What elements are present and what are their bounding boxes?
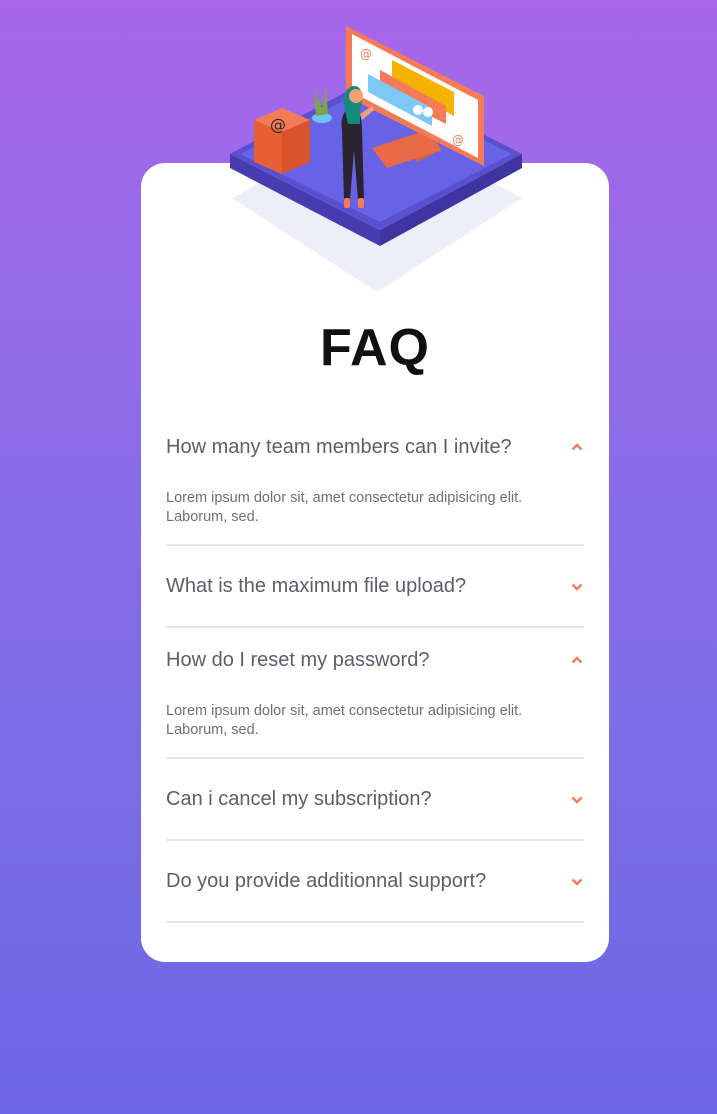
faq-question: How many team members can I invite? — [166, 435, 512, 458]
faq-question: Do you provide additionnal support? — [166, 870, 487, 892]
faq-question-button[interactable]: How many team members can I invite? — [166, 415, 584, 479]
chevron-down-icon — [570, 580, 584, 594]
faq-list: How many team members can I invite? Lore… — [166, 415, 584, 923]
faq-item: What is the maximum file upload? — [166, 547, 584, 628]
faq-answer: Lorem ipsum dolor sit, amet consectetur … — [166, 703, 523, 738]
faq-answer: Lorem ipsum dolor sit, amet consectetur … — [166, 490, 523, 525]
page-title: FAQ — [320, 319, 430, 377]
faq-question: What is the maximum file upload? — [166, 575, 467, 597]
faq-item: Can i cancel my subscription? — [166, 760, 584, 841]
chevron-up-icon — [570, 440, 584, 454]
chevron-down-icon — [570, 875, 584, 889]
faq-question: How do I reset my password? — [166, 648, 430, 671]
faq-question: Can i cancel my subscription? — [166, 788, 432, 810]
svg-text:@: @ — [270, 115, 286, 134]
chevron-up-icon — [570, 653, 584, 667]
faq-question-button[interactable]: Can i cancel my subscription? — [166, 760, 584, 839]
svg-text:@: @ — [452, 133, 464, 147]
faq-item: Do you provide additionnal support? — [166, 842, 584, 923]
faq-question-button[interactable]: How do I reset my password? — [166, 628, 584, 692]
faq-question-button[interactable]: What is the maximum file upload? — [166, 547, 584, 626]
chevron-down-icon — [570, 793, 584, 807]
faq-question-button[interactable]: Do you provide additionnal support? — [166, 842, 584, 921]
faq-item: How do I reset my password? Lorem ipsum … — [166, 628, 584, 759]
faq-item: How many team members can I invite? Lore… — [166, 415, 584, 546]
svg-text:@: @ — [360, 47, 372, 61]
woman-online-illustration: @ @ @ — [230, 26, 522, 292]
